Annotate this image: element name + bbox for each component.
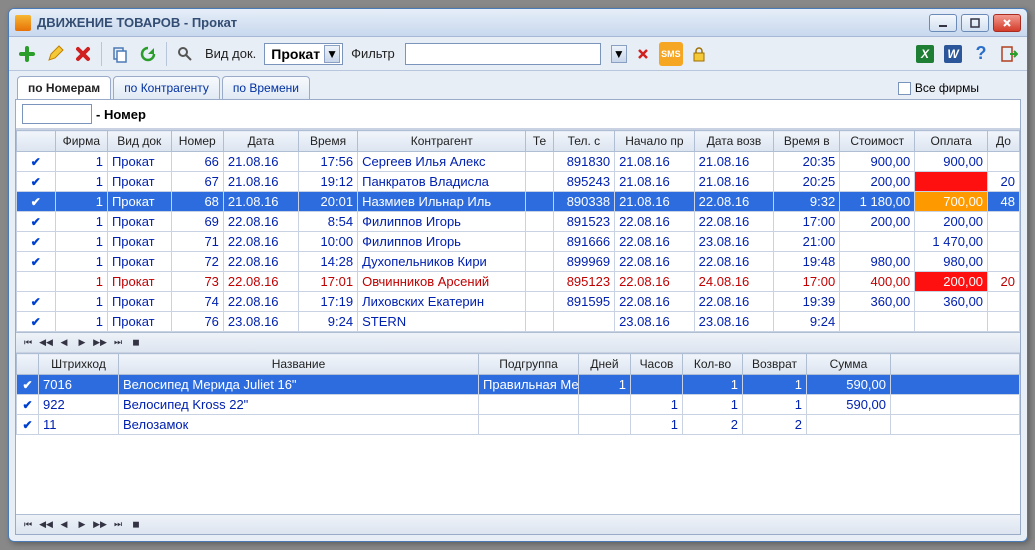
clear-filter-button[interactable] — [631, 42, 655, 66]
col-vdok[interactable]: Вид док — [107, 131, 171, 152]
main-grid[interactable]: ФирмаВид докНомерДатаВремяКонтрагентТеТе… — [16, 129, 1020, 332]
titlebar: ДВИЖЕНИЕ ТОВАРОВ - Прокат — [9, 9, 1027, 37]
tab-by-time[interactable]: по Времени — [222, 76, 310, 99]
doc-type-combo[interactable]: Прокат ▼ — [264, 43, 343, 65]
col2-qty[interactable]: Кол-во — [683, 354, 743, 375]
col-opl[interactable]: Оплата — [915, 131, 988, 152]
edit-button[interactable] — [43, 42, 67, 66]
table-row[interactable]: ✔ 1Прокат69 22.08.168:54Филиппов Игорь 8… — [17, 212, 1020, 232]
col-dvozv[interactable]: Дата возв — [694, 131, 774, 152]
table-row[interactable]: ✔ 1Прокат71 22.08.1610:00Филиппов Игорь … — [17, 232, 1020, 252]
col-tels[interactable]: Тел. с — [553, 131, 614, 152]
nav-stop[interactable]: ◼ — [128, 336, 144, 350]
table-row[interactable]: 1Прокат73 22.08.1617:01Овчинников Арсени… — [17, 272, 1020, 292]
nav2-first[interactable]: ⏮ — [20, 518, 36, 532]
content-area: - Номер ФирмаВид докНомерДатаВремяКонтра… — [15, 99, 1021, 535]
detail-row[interactable]: ✔ 922Велосипед Kross 22" 111590,00 — [17, 395, 1020, 415]
tabs: по Номерам по Контрагенту по Времени Все… — [9, 71, 1027, 99]
window-title: ДВИЖЕНИЕ ТОВАРОВ - Прокат — [37, 15, 925, 30]
close-button[interactable] — [993, 14, 1021, 32]
table-row[interactable]: ✔ 1Прокат74 22.08.1617:19Лиховских Екате… — [17, 292, 1020, 312]
sms-button[interactable]: SMS — [659, 42, 683, 66]
nav2-stop[interactable]: ◼ — [128, 518, 144, 532]
nav-next[interactable]: ▶ — [74, 336, 90, 350]
nav2-prev-page[interactable]: ◀◀ — [38, 518, 54, 532]
number-label: - Номер — [96, 107, 146, 122]
checkbox-icon — [898, 82, 911, 95]
doc-type-value: Прокат — [271, 46, 320, 62]
col2-sum[interactable]: Сумма — [807, 354, 891, 375]
table-row[interactable]: ✔ 1Прокат66 21.08.1617:56Сергеев Илья Ал… — [17, 152, 1020, 172]
table-row[interactable]: ✔ 1Прокат76 23.08.169:24STERN 23.08.1623… — [17, 312, 1020, 332]
col-dol[interactable]: До — [988, 131, 1020, 152]
maximize-button[interactable] — [961, 14, 989, 32]
copy-button[interactable] — [108, 42, 132, 66]
table-row[interactable]: ✔ 1Прокат67 21.08.1619:12Панкратов Влади… — [17, 172, 1020, 192]
chevron-down-icon: ▼ — [324, 45, 340, 63]
detail-grid[interactable]: ШтрихкодНазваниеПодгруппаДнейЧасовКол-во… — [16, 352, 1020, 514]
help-button[interactable]: ? — [969, 42, 993, 66]
toolbar: Вид док. Прокат ▼ Фильтр ▼ SMS X W ? — [9, 37, 1027, 71]
nav-strip-2: ⏮ ◀◀ ◀ ▶ ▶▶ ⏭ ◼ — [16, 514, 1020, 534]
col-vvozv[interactable]: Время в — [774, 131, 840, 152]
detail-row[interactable]: ✔ 11Велозамок 122 — [17, 415, 1020, 435]
nav-next-page[interactable]: ▶▶ — [92, 336, 108, 350]
excel-button[interactable]: X — [913, 42, 937, 66]
filter-dropdown-button[interactable]: ▼ — [611, 45, 627, 63]
nav-last[interactable]: ⏭ — [110, 336, 126, 350]
delete-button[interactable] — [71, 42, 95, 66]
col-vremya[interactable]: Время — [298, 131, 357, 152]
search-button[interactable] — [173, 42, 197, 66]
lock-button[interactable] — [687, 42, 711, 66]
all-firms-checkbox[interactable]: Все фирмы — [898, 81, 979, 95]
nav2-last[interactable]: ⏭ — [110, 518, 126, 532]
filter-label: Фильтр — [351, 46, 395, 61]
number-input[interactable] — [22, 104, 92, 124]
main-window: ДВИЖЕНИЕ ТОВАРОВ - Прокат Вид док. Прока… — [8, 8, 1028, 542]
app-icon — [15, 15, 31, 31]
nav2-next[interactable]: ▶ — [74, 518, 90, 532]
col2-sub[interactable]: Подгруппа — [479, 354, 579, 375]
doc-type-label: Вид док. — [205, 46, 256, 61]
col-te[interactable]: Те — [526, 131, 553, 152]
col2-days[interactable]: Дней — [579, 354, 631, 375]
col2-ret[interactable]: Возврат — [743, 354, 807, 375]
svg-text:X: X — [920, 47, 930, 61]
nav-strip-1: ⏮ ◀◀ ◀ ▶ ▶▶ ⏭ ◼ — [16, 332, 1020, 352]
filter-input[interactable] — [405, 43, 601, 65]
col-stoim[interactable]: Стоимост — [840, 131, 915, 152]
tab-by-numbers[interactable]: по Номерам — [17, 76, 111, 99]
col-nach[interactable]: Начало пр — [615, 131, 695, 152]
add-button[interactable] — [15, 42, 39, 66]
nav2-next-page[interactable]: ▶▶ — [92, 518, 108, 532]
col2-c0[interactable] — [17, 354, 39, 375]
nav-prev[interactable]: ◀ — [56, 336, 72, 350]
col-c0[interactable] — [17, 131, 56, 152]
col2-bar[interactable]: Штрихкод — [39, 354, 119, 375]
nav2-prev[interactable]: ◀ — [56, 518, 72, 532]
col2-e[interactable] — [891, 354, 1020, 375]
minimize-button[interactable] — [929, 14, 957, 32]
col-data[interactable]: Дата — [223, 131, 298, 152]
col2-name[interactable]: Название — [119, 354, 479, 375]
nav-first[interactable]: ⏮ — [20, 336, 36, 350]
detail-row[interactable]: ✔ 7016Велосипед Мерида Juliet 16"Правиль… — [17, 375, 1020, 395]
table-row[interactable]: ✔ 1Прокат72 22.08.1614:28Духопельников К… — [17, 252, 1020, 272]
word-button[interactable]: W — [941, 42, 965, 66]
col-firma[interactable]: Фирма — [55, 131, 107, 152]
col-nomer[interactable]: Номер — [171, 131, 223, 152]
col-kontr[interactable]: Контрагент — [358, 131, 526, 152]
nav-prev-page[interactable]: ◀◀ — [38, 336, 54, 350]
exit-button[interactable] — [997, 42, 1021, 66]
tab-by-contractor[interactable]: по Контрагенту — [113, 76, 220, 99]
svg-text:W: W — [947, 47, 960, 61]
table-row[interactable]: ✔ 1Прокат68 21.08.1620:01Назмиев Ильнар … — [17, 192, 1020, 212]
refresh-button[interactable] — [136, 42, 160, 66]
col2-hours[interactable]: Часов — [631, 354, 683, 375]
